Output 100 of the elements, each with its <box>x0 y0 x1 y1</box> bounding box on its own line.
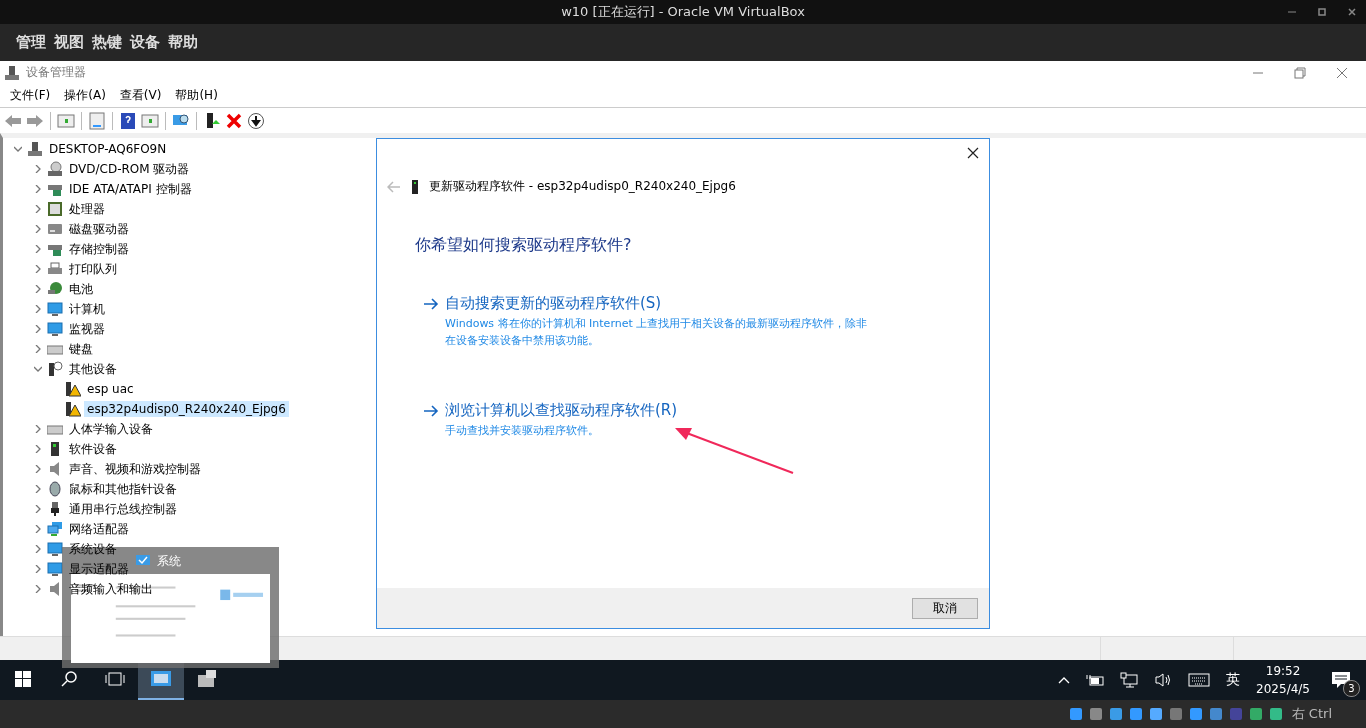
collapsed-chevron-icon[interactable] <box>34 205 42 213</box>
download-icon[interactable] <box>247 111 265 130</box>
tree-item[interactable]: 网络适配器 <box>66 519 132 539</box>
arrow-icon <box>423 297 439 311</box>
network-icon <box>47 521 63 537</box>
task-view-icon <box>105 671 125 687</box>
device-manager-icon <box>150 670 172 688</box>
properties-icon[interactable] <box>88 111 106 130</box>
tree-item[interactable]: 存储控制器 <box>66 239 132 259</box>
menu-item[interactable]: 视图 <box>54 33 84 52</box>
collapsed-chevron-icon[interactable] <box>34 585 42 593</box>
host-key-label: 右 Ctrl <box>1291 705 1332 723</box>
tree-item[interactable]: 软件设备 <box>66 439 120 459</box>
menu-item[interactable]: 帮助(H) <box>175 87 218 104</box>
collapsed-chevron-icon[interactable] <box>34 465 42 473</box>
expanded-chevron-icon[interactable] <box>14 145 22 153</box>
collapsed-chevron-icon[interactable] <box>34 525 42 533</box>
tree-item[interactable]: 人体学输入设备 <box>66 419 156 439</box>
input-method-indicator[interactable]: 英 <box>1226 671 1241 689</box>
option-link[interactable]: 浏览计算机以查找驱动程序软件(R) <box>445 401 678 420</box>
caret-up-icon[interactable] <box>1058 676 1071 684</box>
collapsed-chevron-icon[interactable] <box>34 485 42 493</box>
collapsed-chevron-icon[interactable] <box>34 225 42 233</box>
dialog-title: 更新驱动程序软件 - esp32p4udisp0_R240x240_Ejpg6 <box>429 178 736 195</box>
option-link[interactable]: 自动搜索更新的驱动程序软件(S) <box>445 294 873 313</box>
tree-item[interactable]: IDE ATA/ATAPI 控制器 <box>66 179 195 199</box>
battery-icon[interactable] <box>1086 674 1105 686</box>
collapsed-chevron-icon[interactable] <box>34 305 42 313</box>
status-device-icon[interactable] <box>1207 706 1224 722</box>
tree-item[interactable]: 电池 <box>66 279 96 299</box>
windows-logo-icon <box>15 671 31 687</box>
tree-item[interactable]: 磁盘驱动器 <box>66 219 132 239</box>
menu-item[interactable]: 帮助 <box>168 33 198 52</box>
status-device-icon[interactable] <box>1187 706 1204 722</box>
collapsed-chevron-icon[interactable] <box>34 445 42 453</box>
menu-item[interactable]: 操作(A) <box>64 87 106 104</box>
tree-item[interactable]: DVD/CD-ROM 驱动器 <box>66 159 193 179</box>
collapsed-chevron-icon[interactable] <box>34 545 42 553</box>
status-device-icon[interactable] <box>1127 706 1144 722</box>
search-icon <box>60 670 78 688</box>
minimize-icon[interactable] <box>1288 8 1296 16</box>
close-icon[interactable] <box>1348 8 1356 16</box>
volume-icon[interactable] <box>1154 672 1173 688</box>
menu-item[interactable]: 设备 <box>130 33 160 52</box>
uninstall-icon[interactable] <box>225 111 243 130</box>
arrow-icon <box>423 404 439 418</box>
restore-icon[interactable] <box>1294 66 1306 79</box>
status-device-icon[interactable] <box>1147 706 1164 722</box>
tree-item[interactable]: esp32p4udisp0_R240x240_Ejpg6 <box>84 401 289 417</box>
help-icon[interactable] <box>119 111 137 130</box>
panel-icon[interactable] <box>57 111 75 130</box>
tree-item[interactable]: 其他设备 <box>66 359 120 379</box>
status-device-icon[interactable] <box>1107 706 1124 722</box>
status-device-icon[interactable] <box>1167 706 1184 722</box>
chip-icon <box>47 201 63 217</box>
tree-item[interactable]: 通用串行总线控制器 <box>66 499 180 519</box>
tree-item[interactable]: esp uac <box>84 381 137 397</box>
collapsed-chevron-icon[interactable] <box>34 565 42 573</box>
warning-device-icon <box>65 381 81 397</box>
tree-item[interactable]: 键盘 <box>66 339 96 359</box>
tree-item[interactable]: DESKTOP-AQ6FO9N <box>46 141 170 157</box>
tree-item[interactable]: 打印队列 <box>66 259 120 279</box>
collapsed-chevron-icon[interactable] <box>34 265 42 273</box>
collapsed-chevron-icon[interactable] <box>34 245 42 253</box>
tree-item[interactable]: 处理器 <box>66 199 108 219</box>
clock-date[interactable]: 2025/4/5 <box>1256 682 1310 696</box>
maximize-icon[interactable] <box>1318 8 1326 16</box>
expanded-chevron-icon[interactable] <box>34 365 42 373</box>
window-title: 设备管理器 <box>26 64 86 81</box>
status-device-icon[interactable] <box>1267 706 1284 722</box>
cancel-button[interactable]: 取消 <box>912 597 978 619</box>
monitor-check-icon <box>135 554 151 568</box>
warning-device-icon <box>65 401 81 417</box>
menu-item[interactable]: 查看(V) <box>119 87 162 104</box>
collapsed-chevron-icon[interactable] <box>34 285 42 293</box>
status-device-icon[interactable] <box>1067 706 1084 722</box>
collapsed-chevron-icon[interactable] <box>34 345 42 353</box>
monitor-icon <box>47 301 63 317</box>
collapsed-chevron-icon[interactable] <box>34 185 42 193</box>
clock-time[interactable]: 19:52 <box>1265 664 1301 678</box>
notification-count: 3 <box>1343 680 1360 697</box>
collapsed-chevron-icon[interactable] <box>34 165 42 173</box>
menu-item[interactable]: 管理 <box>16 33 46 52</box>
collapsed-chevron-icon[interactable] <box>34 325 42 333</box>
status-device-icon[interactable] <box>1087 706 1104 722</box>
tree-item[interactable]: 声音、视频和游戏控制器 <box>66 459 204 479</box>
dialog-heading: 你希望如何搜索驱动程序软件? <box>415 235 633 256</box>
tree-item[interactable]: 鼠标和其他指针设备 <box>66 479 180 499</box>
tree-item[interactable]: 监视器 <box>66 319 108 339</box>
collapsed-chevron-icon[interactable] <box>34 505 42 513</box>
close-icon[interactable] <box>1336 66 1348 79</box>
collapsed-chevron-icon[interactable] <box>34 425 42 433</box>
menu-item[interactable]: 文件(F) <box>10 87 51 104</box>
status-device-icon[interactable] <box>1247 706 1264 722</box>
tree-item[interactable]: 计算机 <box>66 299 108 319</box>
keyboard-icon[interactable] <box>1188 673 1211 687</box>
tree-item[interactable]: 显示适配器 <box>66 559 132 579</box>
tree-item[interactable]: 音频输入和输出 <box>66 579 156 599</box>
menu-item[interactable]: 热键 <box>92 33 122 52</box>
network-icon[interactable] <box>1120 672 1139 688</box>
